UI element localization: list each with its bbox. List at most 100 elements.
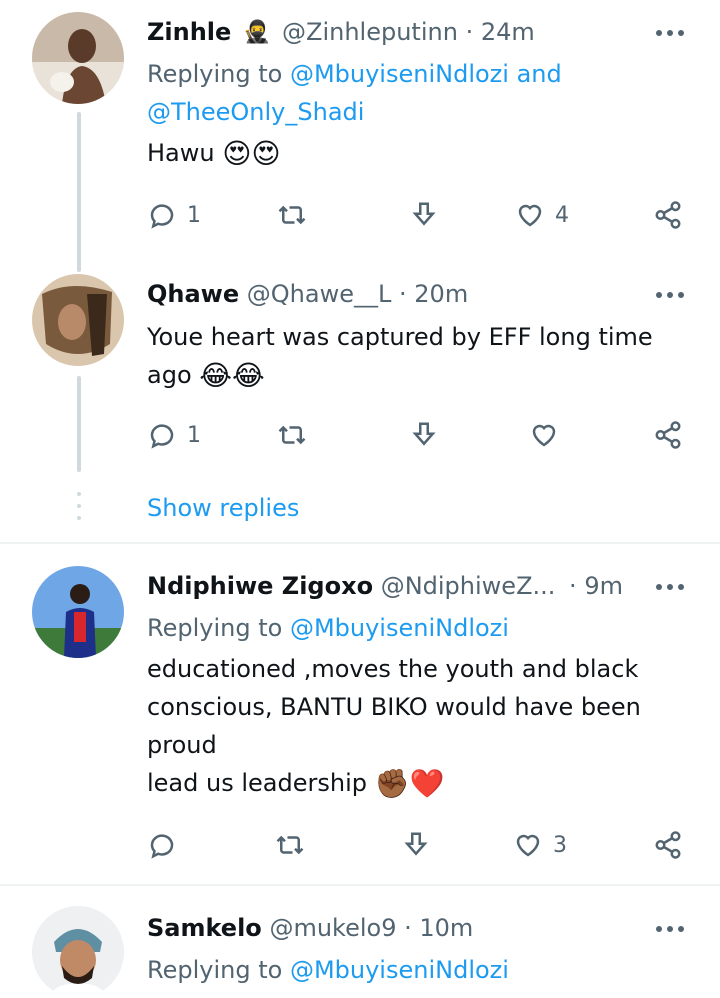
tweet-text-line: conscious, BANTU BIKO would have been — [147, 693, 641, 721]
tweet-text-content: Hawu — [147, 139, 215, 167]
tweet-qhawe[interactable]: Qhawe @Qhawe__L · 20m Youe heart was cap… — [0, 270, 720, 480]
timestamp[interactable]: 24m — [481, 18, 535, 46]
tweet-header: Samkelo @mukelo9 · 10m — [147, 912, 473, 944]
reply-count: 1 — [187, 422, 201, 448]
display-name[interactable]: Ndiphiwe Zigoxo — [147, 572, 373, 600]
timestamp[interactable]: 9m — [584, 572, 623, 600]
tweet-header: Ndiphiwe Zigoxo @NdiphiweZ... · 9m — [147, 570, 623, 602]
tweet-header: Qhawe @Qhawe__L · 20m — [147, 278, 468, 310]
mention-joiner: and — [516, 60, 562, 88]
tweet-samkelo[interactable]: Samkelo @mukelo9 · 10m Replying to @Mbuy… — [0, 886, 720, 998]
tweet-text-line: Youe heart was captured by EFF long time — [147, 323, 653, 351]
tweet-text-line-2: ago 😂😂 — [147, 356, 687, 395]
thread-line — [77, 112, 81, 272]
tweet-text-content: ago — [147, 361, 192, 389]
share-icon — [655, 201, 681, 229]
tweet-text: Hawu 😍😍 — [147, 134, 687, 173]
timestamp[interactable]: 10m — [419, 914, 473, 942]
share-button[interactable] — [653, 418, 683, 452]
retweet-icon — [276, 835, 304, 855]
more-icon[interactable] — [656, 30, 684, 38]
timestamp[interactable]: 20m — [414, 280, 468, 308]
replying-to-line2: @TheeOnly_Shadi — [147, 96, 364, 128]
fist-heart-emoji: ✊🏾❤️ — [374, 767, 445, 800]
tweet-text-content: lead us leadership — [147, 769, 367, 797]
share-icon — [655, 831, 681, 859]
show-replies-link[interactable]: Show replies — [147, 492, 299, 524]
like-icon — [532, 424, 556, 447]
like-button[interactable] — [529, 418, 559, 452]
more-icon[interactable] — [656, 926, 684, 934]
thread-line — [77, 376, 81, 472]
avatar[interactable] — [32, 906, 124, 998]
download-icon — [412, 422, 436, 446]
reply-icon — [150, 204, 174, 229]
retweet-button[interactable] — [277, 198, 307, 232]
laughing-emoji: 😂😂 — [199, 359, 265, 392]
tweet-ndiphiwe[interactable]: Ndiphiwe Zigoxo @NdiphiweZ... · 9m Reply… — [0, 544, 720, 884]
more-icon[interactable] — [656, 292, 684, 300]
like-button[interactable]: 3 — [513, 828, 567, 862]
tweet-header: Zinhle 🥷 @Zinhleputinn · 24m — [147, 16, 535, 49]
tweet-text: Youe heart was captured by EFF long time… — [147, 318, 687, 395]
retweet-icon — [278, 425, 306, 445]
download-icon — [404, 832, 428, 856]
avatar[interactable] — [32, 274, 124, 366]
display-name[interactable]: Qhawe — [147, 280, 239, 308]
user-handle[interactable]: @Qhawe__L — [247, 280, 392, 308]
separator-dot: · — [465, 18, 474, 46]
mention-link[interactable]: @MbuyiseniNdlozi — [290, 614, 509, 642]
separator-dot: · — [399, 280, 407, 308]
mention-link[interactable]: @MbuyiseniNdlozi — [290, 60, 509, 88]
tweet-text-line: educationed ,moves the youth and black — [147, 655, 639, 683]
display-name[interactable]: Zinhle — [147, 18, 231, 46]
share-button[interactable] — [653, 198, 683, 232]
like-count: 4 — [555, 202, 569, 228]
replying-to: Replying to @MbuyiseniNdlozi — [147, 954, 509, 986]
ninja-emoji: 🥷 — [242, 20, 271, 45]
avatar[interactable] — [32, 566, 124, 658]
reply-button[interactable]: 1 — [147, 418, 201, 452]
reply-button[interactable]: 1 — [147, 198, 201, 232]
heart-eyes-emoji: 😍😍 — [222, 137, 281, 170]
download-icon — [412, 202, 436, 226]
tweet-actions: 3 — [147, 828, 692, 862]
download-button[interactable] — [401, 828, 431, 862]
tweet-actions: 1 — [147, 418, 692, 452]
retweet-button[interactable] — [277, 418, 307, 452]
more-icon[interactable] — [656, 584, 684, 592]
like-icon — [516, 834, 540, 857]
retweet-icon — [278, 205, 306, 225]
tweet-actions: 1 4 — [147, 198, 692, 232]
like-icon — [518, 204, 542, 227]
mention-link[interactable]: @TheeOnly_Shadi — [147, 98, 364, 126]
tweet-text-line: proud — [147, 731, 217, 759]
replying-to-label: Replying to — [147, 60, 283, 88]
like-count: 3 — [553, 832, 567, 858]
tweet-text-line-last: lead us leadership ✊🏾❤️ — [147, 764, 687, 803]
replying-to-label: Replying to — [147, 956, 283, 984]
reply-icon — [150, 834, 174, 859]
separator-dot: · — [404, 914, 412, 942]
share-button[interactable] — [653, 828, 683, 862]
display-name[interactable]: Samkelo — [147, 914, 262, 942]
reply-button[interactable] — [147, 828, 177, 862]
user-handle[interactable]: @mukelo9 — [269, 914, 396, 942]
share-icon — [655, 421, 681, 449]
tweet-text: educationed ,moves the youth and black c… — [147, 650, 687, 803]
separator-dot: · — [569, 572, 577, 600]
mention-link[interactable]: @MbuyiseniNdlozi — [290, 956, 509, 984]
tweet-zinhle[interactable]: Zinhle 🥷 @Zinhleputinn · 24m Replying to… — [0, 0, 720, 272]
download-button[interactable] — [409, 198, 439, 232]
user-handle[interactable]: @NdiphiweZ... — [381, 572, 556, 600]
like-button[interactable]: 4 — [515, 198, 569, 232]
user-handle[interactable]: @Zinhleputinn — [282, 18, 458, 46]
replying-to: Replying to @MbuyiseniNdlozi — [147, 612, 509, 644]
avatar[interactable] — [32, 12, 124, 104]
reply-icon — [150, 424, 174, 449]
replying-to: Replying to @MbuyiseniNdlozi and — [147, 58, 562, 90]
retweet-button[interactable] — [275, 828, 305, 862]
reply-count: 1 — [187, 202, 201, 228]
download-button[interactable] — [409, 418, 439, 452]
replying-to-label: Replying to — [147, 614, 283, 642]
